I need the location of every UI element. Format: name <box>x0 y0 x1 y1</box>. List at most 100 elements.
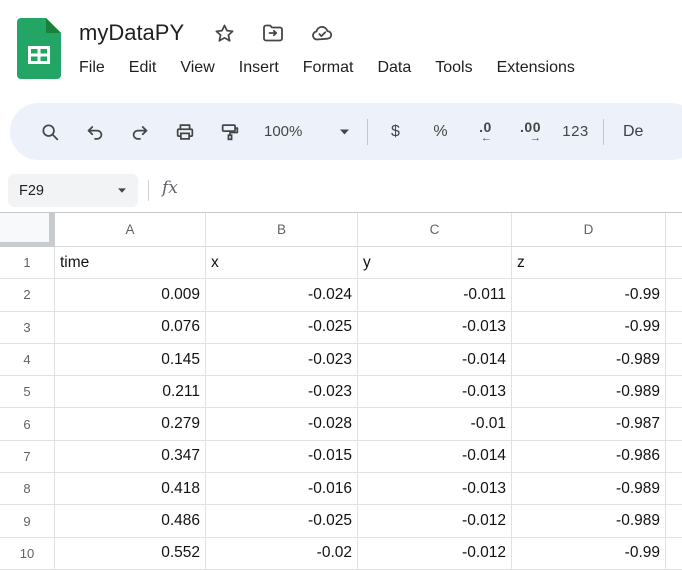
paint-format-icon <box>219 121 241 143</box>
print-button[interactable] <box>162 113 207 151</box>
cell-c3[interactable]: -0.013 <box>358 312 512 344</box>
search-button[interactable] <box>27 113 72 151</box>
cell-d5[interactable]: -0.989 <box>512 376 666 408</box>
move-folder-icon[interactable] <box>261 21 285 45</box>
document-title[interactable]: myDataPY <box>79 20 184 46</box>
cell-a6[interactable]: 0.279 <box>55 408 206 440</box>
cell-b5[interactable]: -0.023 <box>206 376 358 408</box>
cell-c7[interactable]: -0.014 <box>358 441 512 473</box>
cell-e10[interactable] <box>666 538 682 570</box>
row-header-3[interactable]: 3 <box>0 312 55 344</box>
column-header-e-partial[interactable] <box>666 213 682 247</box>
cell-b9[interactable]: -0.025 <box>206 505 358 537</box>
menu-bar: File Edit View Insert Format Data Tools … <box>67 55 587 81</box>
cell-c4[interactable]: -0.014 <box>358 344 512 376</box>
cell-e1[interactable] <box>666 247 682 279</box>
top-bar: myDataPY File <box>0 0 682 96</box>
decrease-decimal-button[interactable]: .0 ← <box>463 113 508 151</box>
cell-a4[interactable]: 0.145 <box>55 344 206 376</box>
cell-d3[interactable]: -0.99 <box>512 312 666 344</box>
cell-a8[interactable]: 0.418 <box>55 473 206 505</box>
menu-insert[interactable]: Insert <box>227 55 291 81</box>
cloud-check-icon[interactable] <box>310 21 334 45</box>
formula-input[interactable] <box>190 168 670 212</box>
cell-d9[interactable]: -0.989 <box>512 505 666 537</box>
cell-c1[interactable]: y <box>358 247 512 279</box>
cell-e4[interactable] <box>666 344 682 376</box>
cell-d10[interactable]: -0.99 <box>512 538 666 570</box>
row-header-5[interactable]: 5 <box>0 376 55 408</box>
menu-data[interactable]: Data <box>365 55 423 81</box>
zoom-value: 100% <box>264 123 302 140</box>
table-row: 4 0.145 -0.023 -0.014 -0.989 <box>0 344 682 376</box>
menu-format[interactable]: Format <box>291 55 366 81</box>
cell-d8[interactable]: -0.989 <box>512 473 666 505</box>
row-header-8[interactable]: 8 <box>0 473 55 505</box>
column-header-a[interactable]: A <box>55 213 206 247</box>
name-box[interactable]: F29 <box>8 174 138 207</box>
cell-a5[interactable]: 0.211 <box>55 376 206 408</box>
cell-reference: F29 <box>19 183 44 199</box>
row-header-1[interactable]: 1 <box>0 247 55 279</box>
cell-d2[interactable]: -0.99 <box>512 279 666 311</box>
cell-e9[interactable] <box>666 505 682 537</box>
cell-c8[interactable]: -0.013 <box>358 473 512 505</box>
redo-button[interactable] <box>117 113 162 151</box>
menu-edit[interactable]: Edit <box>117 55 169 81</box>
cell-b2[interactable]: -0.024 <box>206 279 358 311</box>
cell-d6[interactable]: -0.987 <box>512 408 666 440</box>
select-all-corner[interactable] <box>0 213 55 247</box>
cell-c2[interactable]: -0.011 <box>358 279 512 311</box>
menu-view[interactable]: View <box>168 55 226 81</box>
cell-a3[interactable]: 0.076 <box>55 312 206 344</box>
undo-button[interactable] <box>72 113 117 151</box>
row-header-7[interactable]: 7 <box>0 441 55 473</box>
menu-tools[interactable]: Tools <box>423 55 484 81</box>
cell-e2[interactable] <box>666 279 682 311</box>
cell-e3[interactable] <box>666 312 682 344</box>
cell-c10[interactable]: -0.012 <box>358 538 512 570</box>
menu-extensions[interactable]: Extensions <box>485 55 587 81</box>
font-select[interactable]: De <box>623 123 643 141</box>
paint-format-button[interactable] <box>207 113 252 151</box>
currency-format-button[interactable]: $ <box>373 113 418 151</box>
cell-b3[interactable]: -0.025 <box>206 312 358 344</box>
cell-e5[interactable] <box>666 376 682 408</box>
cell-b6[interactable]: -0.028 <box>206 408 358 440</box>
row-header-6[interactable]: 6 <box>0 408 55 440</box>
cell-a9[interactable]: 0.486 <box>55 505 206 537</box>
column-header-c[interactable]: C <box>358 213 512 247</box>
cell-b4[interactable]: -0.023 <box>206 344 358 376</box>
cell-d1[interactable]: z <box>512 247 666 279</box>
cell-b7[interactable]: -0.015 <box>206 441 358 473</box>
row-header-10[interactable]: 10 <box>0 538 55 570</box>
cell-e6[interactable] <box>666 408 682 440</box>
cell-e8[interactable] <box>666 473 682 505</box>
sheets-logo-icon[interactable] <box>17 18 61 79</box>
zoom-select[interactable]: 100% <box>252 113 362 151</box>
column-header-d[interactable]: D <box>512 213 666 247</box>
column-header-b[interactable]: B <box>206 213 358 247</box>
more-formats-button[interactable]: 123 <box>553 113 598 151</box>
cell-b10[interactable]: -0.02 <box>206 538 358 570</box>
cell-a1[interactable]: time <box>55 247 206 279</box>
cell-d7[interactable]: -0.986 <box>512 441 666 473</box>
cell-d4[interactable]: -0.989 <box>512 344 666 376</box>
increase-decimal-button[interactable]: .00 → <box>508 113 553 151</box>
cell-a10[interactable]: 0.552 <box>55 538 206 570</box>
row-header-4[interactable]: 4 <box>0 344 55 376</box>
cell-a7[interactable]: 0.347 <box>55 441 206 473</box>
cell-e7[interactable] <box>666 441 682 473</box>
percent-format-button[interactable]: % <box>418 113 463 151</box>
star-icon[interactable] <box>212 21 236 45</box>
cell-c9[interactable]: -0.012 <box>358 505 512 537</box>
cell-b1[interactable]: x <box>206 247 358 279</box>
cell-c6[interactable]: -0.01 <box>358 408 512 440</box>
cell-c5[interactable]: -0.013 <box>358 376 512 408</box>
cell-b8[interactable]: -0.016 <box>206 473 358 505</box>
menu-file[interactable]: File <box>67 55 117 81</box>
cell-a2[interactable]: 0.009 <box>55 279 206 311</box>
table-row: 5 0.211 -0.023 -0.013 -0.989 <box>0 376 682 408</box>
row-header-9[interactable]: 9 <box>0 505 55 537</box>
row-header-2[interactable]: 2 <box>0 279 55 311</box>
